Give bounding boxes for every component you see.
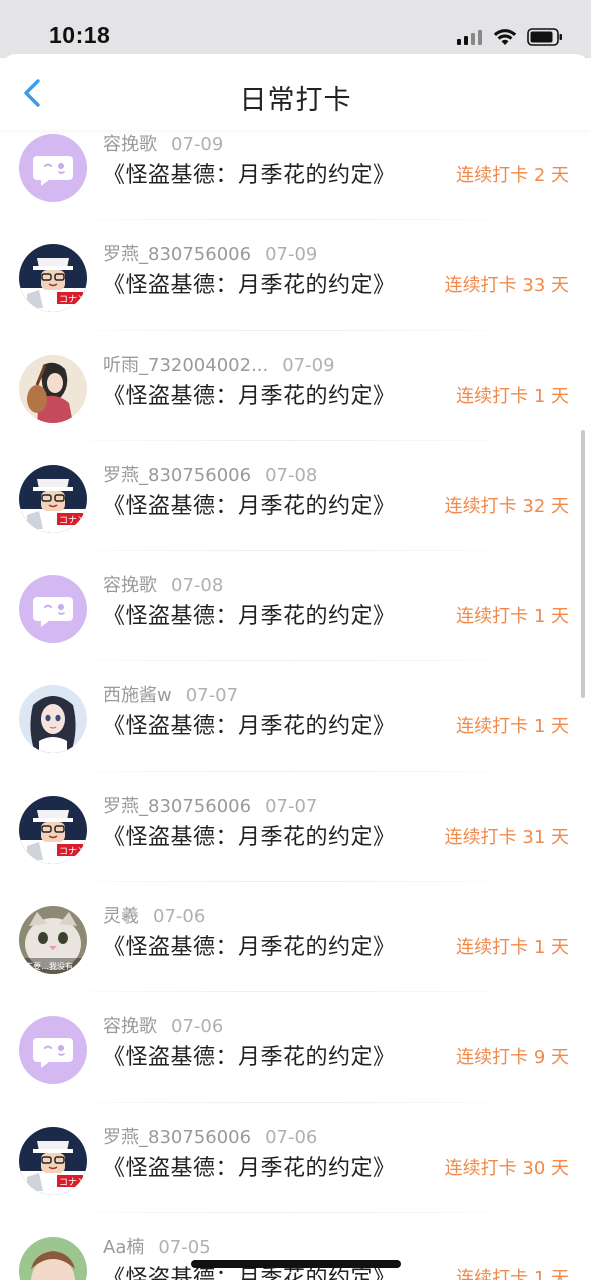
checkin-row[interactable]: 容挽歌 07-09 《怪盗基德：月季花的约定》 连续打卡 2 天 (0, 130, 591, 221)
avatar[interactable] (19, 134, 87, 202)
book-title[interactable]: 《怪盗基德：月季花的约定》 (103, 819, 396, 851)
user-meta: 罗燕_830756006 07-06 (103, 1123, 317, 1149)
user-name[interactable]: Aa楠 (103, 1237, 144, 1258)
streak-label: 连续打卡 30 天 (444, 1157, 569, 1179)
checkin-row[interactable]: 不要…我没有 灵羲 07-06 《怪盗基德：月季花的约定》 连续打卡 1 天 (0, 882, 591, 993)
avatar[interactable]: 不要…我没有 (19, 906, 87, 975)
avatar[interactable]: コナン (19, 464, 87, 533)
checkin-date: 07-09 (282, 354, 335, 376)
streak-label: 连续打卡 1 天 (456, 385, 569, 407)
avatar[interactable] (19, 354, 87, 423)
svg-text:コナン: コナン (59, 846, 86, 857)
page-title: 日常打卡 (239, 85, 352, 116)
user-name[interactable]: 西施酱w (103, 685, 172, 706)
svg-text:コナン: コナン (59, 515, 86, 526)
checkin-row[interactable]: 听雨_732004002... 07-09 《怪盗基德：月季花的约定》 连续打卡 … (0, 331, 591, 442)
streak-label: 连续打卡 1 天 (456, 606, 569, 628)
checkin-row[interactable]: コナン 罗燕_830756006 07-09 《怪盗基德：月季花的约定》 连续打卡… (0, 220, 591, 331)
book-title[interactable]: 《怪盗基德：月季花的约定》 (103, 157, 396, 189)
checkin-row[interactable]: コナン 罗燕_830756006 07-06 《怪盗基德：月季花的约定》 连续打卡… (0, 1103, 591, 1214)
checkin-row[interactable]: 容挽歌 07-06 《怪盗基德：月季花的约定》 连续打卡 9 天 (0, 992, 591, 1103)
streak-label: 连续打卡 1 天 (456, 937, 569, 959)
streak-label: 连续打卡 31 天 (444, 826, 569, 848)
streak-label: 连续打卡 1 天 (456, 716, 569, 738)
avatar[interactable]: コナン (19, 1126, 87, 1195)
avatar[interactable] (19, 575, 87, 644)
user-name[interactable]: 容挽歌 (103, 1016, 157, 1037)
streak-label: 连续打卡 2 天 (456, 165, 569, 186)
user-name[interactable]: 容挽歌 (103, 575, 157, 596)
status-time: 10:18 (49, 22, 111, 48)
svg-text:不要…我没有: 不要…我没有 (25, 961, 73, 971)
avatar[interactable] (19, 1236, 87, 1280)
checkin-date: 07-09 (265, 244, 318, 266)
user-name[interactable]: 灵羲 (103, 906, 139, 927)
cellular-signal-icon (457, 30, 482, 45)
svg-text:コナン: コナン (59, 294, 86, 305)
book-title[interactable]: 《怪盗基德：月季花的约定》 (103, 488, 396, 520)
book-title[interactable]: 《怪盗基德：月季花的约定》 (103, 1039, 396, 1071)
user-meta: 灵羲 07-06 (103, 902, 205, 928)
user-meta: 罗燕_830756006 07-08 (103, 461, 317, 487)
status-bar: 10:18 (0, 0, 591, 58)
checkin-date: 07-07 (185, 685, 239, 707)
user-name[interactable]: 罗燕_830756006 (103, 465, 251, 486)
user-meta: 容挽歌 07-09 (103, 130, 223, 156)
user-name[interactable]: 罗燕_830756006 (103, 796, 251, 817)
nav-header: 日常打卡 (0, 54, 591, 130)
checkin-date: 07-06 (153, 906, 206, 928)
home-indicator[interactable] (191, 1260, 401, 1268)
checkin-row[interactable]: Aa楠 07-05 《怪盗基德：月季花的约定》 连续打卡 1 天 (0, 1213, 591, 1280)
user-meta: 西施酱w 07-07 (103, 681, 238, 707)
checkin-date: 07-09 (171, 134, 224, 155)
status-icons (457, 26, 563, 48)
svg-text:コナン: コナン (59, 1177, 86, 1188)
book-title[interactable]: 《怪盗基德：月季花的约定》 (103, 378, 396, 410)
user-meta: 罗燕_830756006 07-09 (103, 240, 317, 266)
user-name[interactable]: 听雨_732004002... (103, 355, 268, 376)
avatar[interactable] (19, 685, 87, 754)
streak-label: 连续打卡 32 天 (444, 495, 569, 517)
checkin-date: 07-08 (171, 575, 224, 597)
book-title[interactable]: 《怪盗基德：月季花的约定》 (103, 267, 396, 299)
checkin-date: 07-06 (265, 1126, 318, 1148)
user-meta: 容挽歌 07-08 (103, 571, 223, 597)
book-title[interactable]: 《怪盗基德：月季花的约定》 (103, 929, 396, 961)
book-title[interactable]: 《怪盗基德：月季花的约定》 (103, 1150, 396, 1182)
avatar[interactable] (19, 1016, 87, 1085)
streak-label: 连续打卡 9 天 (456, 1047, 569, 1069)
user-name[interactable]: 容挽歌 (103, 134, 157, 155)
streak-label: 连续打卡 33 天 (444, 275, 569, 297)
checkin-row[interactable]: コナン 罗燕_830756006 07-07 《怪盗基德：月季花的约定》 连续打卡… (0, 772, 591, 883)
scrollbar[interactable] (581, 430, 585, 698)
user-meta: Aa楠 07-05 (103, 1233, 211, 1259)
checkin-date: 07-08 (265, 464, 318, 486)
checkin-date: 07-06 (171, 1016, 224, 1038)
user-name[interactable]: 罗燕_830756006 (103, 1127, 251, 1148)
user-meta: 容挽歌 07-06 (103, 1012, 223, 1038)
wifi-icon (493, 29, 517, 45)
streak-label: 连续打卡 1 天 (456, 1267, 569, 1280)
avatar[interactable]: コナン (19, 244, 87, 313)
book-title[interactable]: 《怪盗基德：月季花的约定》 (103, 708, 396, 740)
checkin-date: 07-07 (265, 795, 318, 817)
user-name[interactable]: 罗燕_830756006 (103, 244, 251, 265)
battery-icon (527, 28, 562, 46)
checkin-row[interactable]: 容挽歌 07-08 《怪盗基德：月季花的约定》 连续打卡 1 天 (0, 551, 591, 662)
checkin-list[interactable]: 容挽歌 07-09 《怪盗基德：月季花的约定》 连续打卡 2 天 コナン 罗燕_8… (0, 130, 591, 1280)
book-title[interactable]: 《怪盗基德：月季花的约定》 (103, 598, 396, 630)
user-meta: 听雨_732004002... 07-09 (103, 351, 335, 377)
checkin-row[interactable]: コナン 罗燕_830756006 07-08 《怪盗基德：月季花的约定》 连续打卡… (0, 441, 591, 552)
checkin-date: 07-05 (158, 1236, 211, 1258)
avatar[interactable]: コナン (19, 795, 87, 864)
user-meta: 罗燕_830756006 07-07 (103, 792, 317, 818)
checkin-row[interactable]: 西施酱w 07-07 《怪盗基德：月季花的约定》 连续打卡 1 天 (0, 661, 591, 773)
